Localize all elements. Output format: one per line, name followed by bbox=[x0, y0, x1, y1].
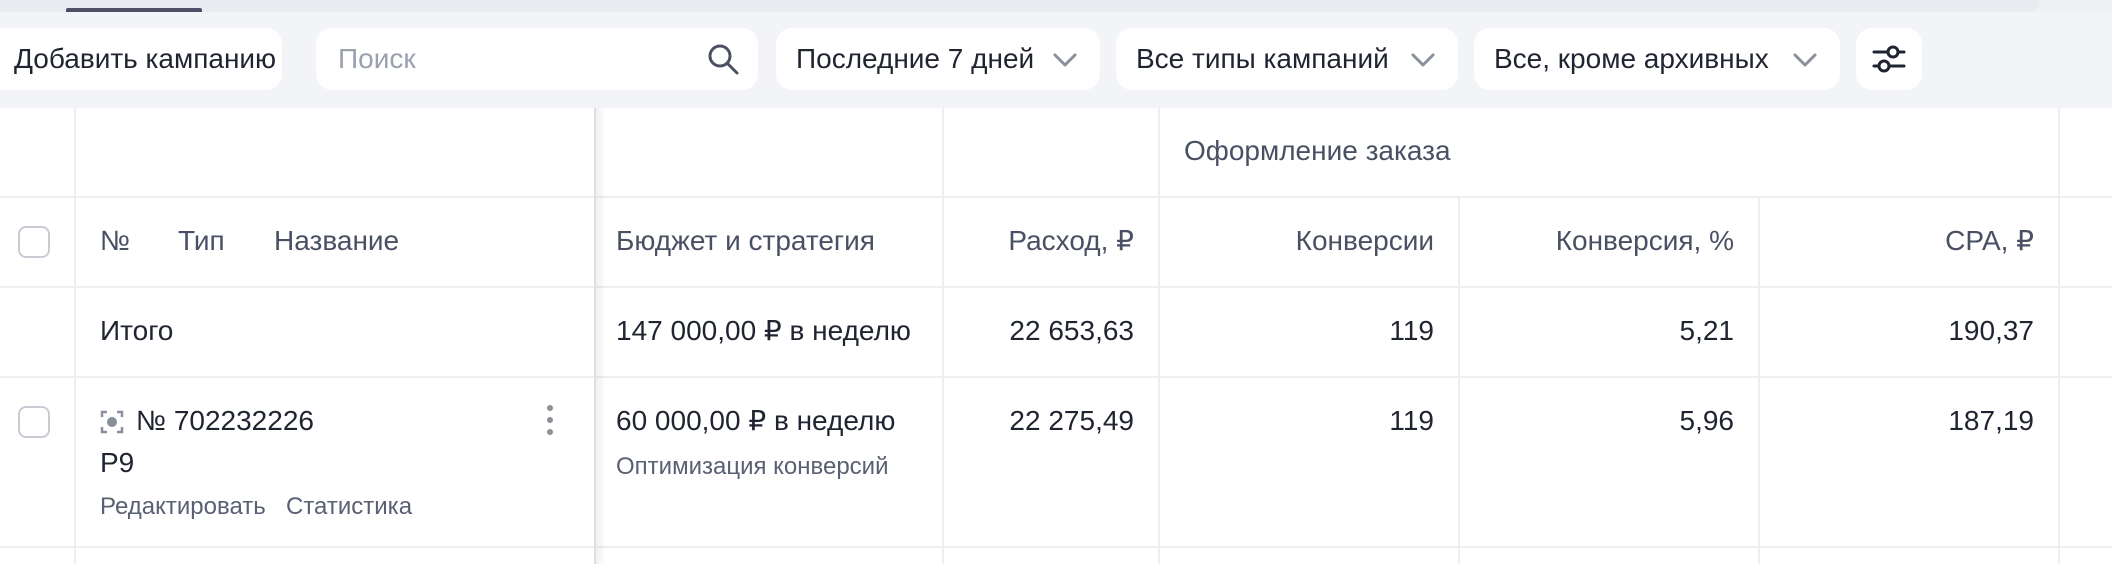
totals-conversion-rate: 5,21 bbox=[1679, 315, 1735, 346]
col-divider bbox=[2058, 108, 2060, 564]
active-tab-indicator bbox=[66, 8, 202, 12]
row-divider bbox=[0, 196, 2112, 198]
totals-conversions: 119 bbox=[1389, 315, 1434, 346]
campaign-cpa: 187,19 bbox=[1948, 405, 2034, 436]
campaign-conversions: 119 bbox=[1389, 405, 1434, 436]
more-actions-icon[interactable] bbox=[540, 402, 560, 442]
status-filter-select[interactable]: Все, кроме архивных bbox=[1474, 28, 1840, 90]
group-header-order: Оформление заказа bbox=[1184, 135, 1451, 166]
period-select-label: Последние 7 дней bbox=[796, 43, 1035, 74]
add-campaign-label: Добавить кампанию bbox=[14, 43, 277, 74]
column-header-type[interactable]: Тип bbox=[178, 224, 225, 258]
status-filter-select-label: Все, кроме архивных bbox=[1494, 43, 1769, 74]
row-divider bbox=[0, 546, 2112, 548]
column-header-number[interactable]: № bbox=[100, 224, 130, 258]
totals-label: Итого bbox=[100, 315, 174, 346]
campaigns-table: Оформление заказа № Тип Название Бюджет … bbox=[0, 108, 2112, 564]
campaign-spend: 22 275,49 bbox=[1009, 405, 1134, 436]
sliders-icon bbox=[1872, 45, 1906, 73]
campaign-type-select-label: Все типы кампаний bbox=[1136, 43, 1389, 74]
campaign-budget: 60 000,00 ₽ в неделю bbox=[616, 405, 896, 436]
period-select[interactable]: Последние 7 дней bbox=[776, 28, 1100, 90]
chevron-down-icon bbox=[1053, 53, 1077, 67]
top-bar-background bbox=[0, 0, 2040, 12]
col-divider bbox=[1458, 196, 1460, 564]
edit-campaign-link[interactable]: Редактировать bbox=[100, 490, 266, 524]
column-header-conversions[interactable]: Конверсии bbox=[1180, 224, 1434, 258]
search-input[interactable] bbox=[336, 42, 700, 76]
campaign-strategy: Оптимизация конверсий bbox=[616, 453, 889, 480]
column-header-cpa[interactable]: CPA, ₽ bbox=[1780, 224, 2034, 258]
col-divider bbox=[74, 108, 76, 564]
chevron-down-icon bbox=[1411, 53, 1435, 67]
column-header-budget[interactable]: Бюджет и стратегия bbox=[616, 224, 875, 258]
chevron-down-icon bbox=[1793, 53, 1817, 67]
col-divider bbox=[1758, 196, 1760, 564]
add-campaign-button[interactable]: Добавить кампанию bbox=[0, 28, 282, 90]
column-settings-button[interactable] bbox=[1856, 28, 1922, 90]
column-header-name[interactable]: Название bbox=[274, 224, 399, 258]
row-divider bbox=[0, 376, 2112, 378]
column-header-spend[interactable]: Расход, ₽ bbox=[960, 224, 1134, 258]
campaign-number[interactable]: № 702232226 bbox=[136, 404, 314, 438]
totals-spend: 22 653,63 bbox=[1009, 315, 1134, 346]
col-divider bbox=[1158, 108, 1160, 564]
col-divider bbox=[942, 108, 944, 564]
search-icon[interactable] bbox=[706, 42, 740, 76]
campaign-type-select[interactable]: Все типы кампаний bbox=[1116, 28, 1458, 90]
campaign-conversion-rate: 5,96 bbox=[1679, 405, 1735, 436]
select-all-checkbox[interactable] bbox=[18, 226, 50, 258]
toolbar: Добавить кампанию Последние 7 дней Все т… bbox=[0, 26, 2112, 94]
campaign-name[interactable]: Р9 bbox=[100, 446, 134, 480]
row-divider bbox=[0, 286, 2112, 288]
row-select-checkbox[interactable] bbox=[18, 406, 50, 438]
search-field[interactable] bbox=[316, 28, 758, 90]
sticky-column-shadow bbox=[594, 108, 606, 564]
campaign-stats-link[interactable]: Статистика bbox=[286, 490, 412, 524]
campaign-type-icon bbox=[100, 410, 124, 434]
column-header-conversion-rate[interactable]: Конверсия, % bbox=[1480, 224, 1734, 258]
totals-cpa: 190,37 bbox=[1948, 315, 2034, 346]
totals-budget: 147 000,00 ₽ в неделю bbox=[616, 315, 911, 346]
